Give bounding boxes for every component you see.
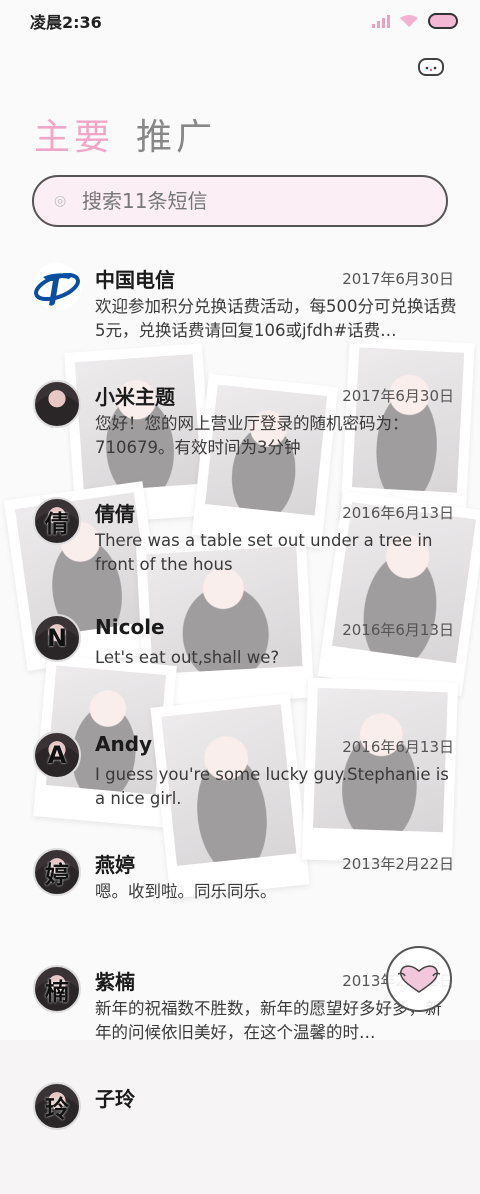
heart-mask-icon — [397, 965, 441, 993]
message-row-xiaomi-theme[interactable]: 小米主题 2017年6月30日 您好！您的网上营业厅登录的随机密码为：71067… — [0, 375, 480, 492]
message-row-nicole[interactable]: N Nicole 2016年6月13日 Let's eat out,shall … — [0, 609, 480, 726]
china-telecom-logo-icon — [33, 263, 81, 311]
message-date: 2016年6月13日 — [342, 621, 454, 639]
avatar-initial: 玲 — [45, 1094, 69, 1123]
message-preview: I guess you're some lucky guy.Stephanie … — [95, 765, 449, 808]
cat-face-icon[interactable] — [418, 58, 444, 76]
status-bar: 凌晨2:36 — [0, 0, 480, 42]
search-icon: ◎ — [54, 193, 67, 209]
message-date: 2016年6月13日 — [342, 738, 454, 756]
contact-name: 燕婷 — [95, 853, 135, 877]
message-row-yanting[interactable]: 婷 燕婷 2013年2月22日 嗯。收到啦。同乐同乐。 — [0, 843, 480, 960]
avatar — [33, 380, 81, 428]
message-date: 2016年6月13日 — [342, 504, 454, 522]
avatar: 玲 — [33, 1082, 81, 1130]
contact-name: 倩倩 — [95, 502, 135, 526]
avatar: 倩 — [33, 497, 81, 545]
message-row-andy[interactable]: A Andy 2016年6月13日 I guess you're some lu… — [0, 726, 480, 843]
avatar-initial: N — [46, 624, 68, 652]
message-tabs: 主要 推广 — [34, 108, 216, 160]
avatar: A — [33, 731, 81, 779]
avatar-initial: 倩 — [45, 509, 69, 538]
battery-icon — [428, 13, 458, 29]
contact-name: Andy — [95, 732, 153, 756]
contact-name: 中国电信 — [95, 268, 175, 292]
message-preview: 嗯。收到啦。同乐同乐。 — [95, 882, 277, 901]
avatar: N — [33, 614, 81, 662]
message-preview: There was a table set out under a tree i… — [95, 531, 433, 574]
search-input[interactable] — [80, 188, 414, 214]
message-preview: 您好！您的网上营业厅登录的随机密码为：710679。有效时间为3分钟 — [95, 414, 409, 457]
tab-promotions[interactable]: 推广 — [136, 108, 216, 160]
message-row-china-telecom[interactable]: 中国电信 2017年6月30日 欢迎参加积分兑换话费活动，每500分可兑换话费5… — [0, 258, 480, 375]
contact-name: Nicole — [95, 615, 165, 639]
contact-name: 小米主题 — [95, 385, 175, 409]
avatar-initial: 楠 — [45, 977, 69, 1006]
tab-primary[interactable]: 主要 — [34, 108, 114, 160]
message-row-qianqian[interactable]: 倩 倩倩 2016年6月13日 There was a table set ou… — [0, 492, 480, 609]
contact-name: 紫楠 — [95, 970, 135, 994]
avatar: 婷 — [33, 848, 81, 896]
avatar-initial: 婷 — [45, 860, 69, 889]
message-date: 2017年6月30日 — [342, 270, 454, 288]
message-row-ziling[interactable]: 玲 子玲 — [0, 1077, 480, 1194]
avatar-initial: A — [47, 741, 67, 769]
wifi-icon — [400, 15, 418, 27]
message-date: 2013年2月22日 — [342, 855, 454, 873]
status-icons — [372, 13, 458, 29]
search-bar[interactable]: ◎ — [32, 175, 448, 227]
signal-icon — [372, 14, 390, 28]
message-preview: Let's eat out,shall we? — [95, 648, 280, 667]
contact-name: 子玲 — [95, 1087, 135, 1111]
avatar: 楠 — [33, 965, 81, 1013]
message-preview: 欢迎参加积分兑换话费活动，每500分可兑换话费5元，兑换话费请回复106或jfd… — [95, 297, 457, 340]
message-date: 2017年6月30日 — [342, 387, 454, 405]
status-time: 凌晨2:36 — [30, 13, 102, 32]
compose-button[interactable] — [386, 946, 452, 1012]
message-list: 中国电信 2017年6月30日 欢迎参加积分兑换话费活动，每500分可兑换话费5… — [0, 258, 480, 1194]
